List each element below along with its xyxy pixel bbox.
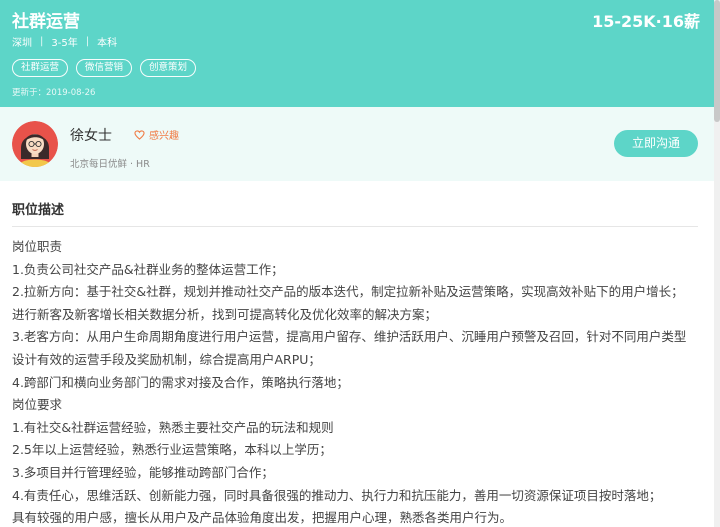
recruiter-company: 北京每日优鲜 · HR [70, 159, 150, 170]
interest-toggle[interactable]: 感兴趣 [134, 127, 179, 142]
job-city: 深圳 [12, 38, 32, 49]
description-line: 具有较强的用户感，擅长从用户及产品体验角度出发，把握用户心理，熟悉各类用户行为。 [12, 510, 513, 526]
description-line: 2.5年以上运营经验，熟悉行业运营策略，本科以上学历； [12, 442, 332, 458]
job-tag[interactable]: 创意策划 [140, 59, 197, 77]
description-line: 2.拉新方向：基于社交&社群，规划并推动社交产品的版本迭代，制定拉新补贴及运营策… [12, 284, 684, 300]
section-title: 职位描述 [12, 203, 65, 218]
description-line: 岗位要求 [12, 397, 63, 413]
description-line: 岗位职责 [12, 239, 63, 254]
job-tag[interactable]: 微信营销 [76, 59, 133, 77]
salary: 15-25K·16薪 [592, 12, 700, 31]
description-line: 1.有社交&社群运营经验，熟悉主要社交产品的玩法和规则 [12, 419, 334, 435]
scrollbar[interactable] [714, 0, 720, 527]
job-tag[interactable]: 社群运营 [12, 59, 69, 77]
job-education: 本科 [97, 38, 118, 49]
job-meta: 深圳 | 3-5年 | 本科 [12, 34, 117, 49]
heart-outline-icon [134, 129, 145, 140]
description-line: 3.老客方向：从用户生命周期角度进行用户运营，提高用户留存、维护活跃用户、沉睡用… [12, 329, 687, 345]
job-experience: 3-5年 [51, 38, 78, 49]
divider [12, 226, 698, 227]
job-tags: 社群运营 微信营销 创意策划 [12, 59, 197, 77]
meta-separator: | [85, 36, 90, 47]
description-line: 3.多项目并行管理经验，能够推动跨部门合作； [12, 464, 274, 480]
interest-label: 感兴趣 [149, 131, 179, 142]
job-header: 社群运营 15-25K·16薪 深圳 | 3-5年 | 本科 社群运营 微信营销… [0, 0, 720, 107]
meta-separator: | [40, 36, 44, 47]
recruiter-card: 徐女士 感兴趣 北京每日优鲜 · HR [0, 107, 714, 181]
description-line: 4.有责任心，思维活跃、创新能力强，同时具备很强的推动力、执行力和抗压能力，善用… [12, 487, 662, 503]
description-line: 设计有效的运营手段及奖励机制，综合提高用户ARPU； [12, 351, 321, 367]
description-line: 4.跨部门和横向业务部门的需求对接及合作，策略执行落地； [12, 374, 349, 390]
job-description: 岗位职责 1.负责公司社交产品&社群业务的整体运营工作； 2.拉新方向：基于社交… [12, 236, 702, 527]
description-line: 进行新客及新客增长相关数据分析，找到可提高转化及优化效率的解决方案； [12, 306, 438, 322]
scrollbar-thumb[interactable] [714, 0, 720, 122]
update-time: 更新于：2019-08-26 [12, 88, 96, 98]
chat-now-button[interactable]: 立即沟通 [614, 130, 698, 157]
female-avatar-icon [12, 121, 58, 167]
description-line: 1.负责公司社交产品&社群业务的整体运营工作； [12, 261, 284, 277]
job-title: 社群运营 [12, 12, 80, 32]
recruiter-name: 徐女士 [70, 128, 112, 144]
